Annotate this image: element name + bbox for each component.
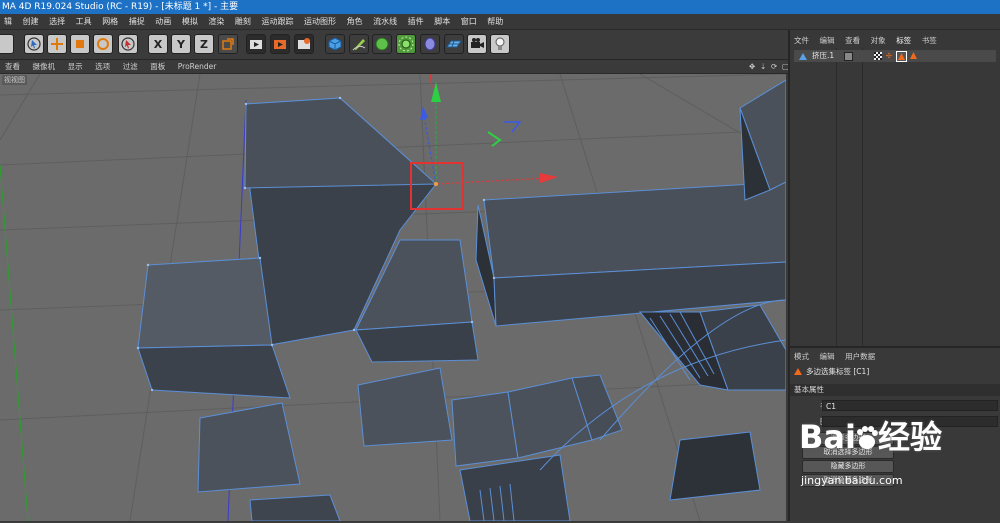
name-field[interactable]: C1 [822,400,998,411]
render-view-icon[interactable] [246,34,266,54]
attr-tab-mode[interactable]: 模式 [790,350,813,364]
menu-script[interactable]: 脚本 [430,14,454,30]
menu-plugins[interactable]: 插件 [404,14,428,30]
polygon-selection-tag-icon [794,368,802,375]
viewport-label: 视视图 [2,75,27,85]
column-divider [862,48,863,348]
world-coord-icon[interactable] [218,34,238,54]
menu-help[interactable]: 帮助 [483,14,507,30]
checker-tag-icon[interactable] [874,52,882,60]
column-divider [836,48,837,348]
om-tab-objects[interactable]: 对象 [867,34,890,48]
selection-highlight-box [410,162,464,210]
render-picture-icon[interactable] [270,34,290,54]
pen-icon[interactable] [349,34,369,54]
menu-character[interactable]: 角色 [343,14,367,30]
menu-motion-tracking[interactable]: 运动跟踪 [257,14,297,30]
rotate-icon[interactable] [93,34,113,54]
main-toolbar: X Y Z [0,30,788,60]
om-tab-file[interactable]: 文件 [790,34,813,48]
menu-window[interactable]: 窗口 [457,14,481,30]
selected-polygon-tag-icon[interactable] [896,51,907,62]
menu-pipeline[interactable]: 流水线 [369,14,401,30]
window-title: MA 4D R19.024 Studio (RC - R19) - [未标题 1… [0,0,1000,14]
x-axis-icon[interactable]: X [148,34,168,54]
light-icon[interactable] [490,34,510,54]
menu-mograph[interactable]: 运动图形 [300,14,340,30]
om-tab-view[interactable]: 查看 [841,34,864,48]
y-axis-icon[interactable]: Y [171,34,191,54]
z-axis-icon[interactable]: Z [194,34,214,54]
watermark-url: jingyan.baidu.com [801,474,903,487]
subdivision-icon[interactable] [372,34,392,54]
render-settings-icon[interactable] [294,34,314,54]
menu-mesh[interactable]: 网格 [98,14,122,30]
scale-icon[interactable] [70,34,90,54]
object-manager-tabs: 文件 编辑 查看 对象 标签 书签 [790,34,1000,48]
basic-properties-tab[interactable]: 基本属性 [790,384,1000,396]
menu-snap[interactable]: 捕捉 [125,14,149,30]
menu-select[interactable]: 选择 [45,14,69,30]
object-row-extrude[interactable]: 挤压.1 ✣ [794,50,996,62]
cube-icon[interactable] [325,34,345,54]
pointer-icon[interactable] [24,34,44,54]
viewport-menu-panel[interactable]: 面板 [145,60,170,74]
viewport-menu-prorender[interactable]: ProRender [173,60,222,74]
menu-create[interactable]: 创建 [19,14,43,30]
watermark-logo: Bai 经验 [799,418,942,456]
viewport-menu-display[interactable]: 显示 [63,60,88,74]
viewport-menu-bar: 查看 摄像机 显示 选项 过滤 面板 ProRender ✥ ⇣ ⟳ ▢ [0,60,789,74]
vertex-tag-icon[interactable]: ✣ [886,52,892,60]
attribute-tabs: 模式 编辑 用户数据 [790,350,879,364]
object-name: 挤压.1 [812,51,835,60]
recent-tool-icon[interactable] [118,34,138,54]
om-tab-bookmarks[interactable]: 书签 [918,34,941,48]
camera-icon[interactable] [467,34,487,54]
menu-simulate[interactable]: 模拟 [178,14,202,30]
undo-icon[interactable] [0,34,14,54]
menu-edit[interactable]: 辑 [0,14,16,30]
move-icon[interactable] [47,34,67,54]
array-icon[interactable] [396,34,416,54]
attr-tab-user-data[interactable]: 用户数据 [841,350,879,364]
menu-animate[interactable]: 动画 [151,14,175,30]
deformer-icon[interactable] [420,34,440,54]
menu-sculpt[interactable]: 雕刻 [231,14,255,30]
viewport-menu-view[interactable]: 查看 [0,60,25,74]
layer-icon[interactable] [844,52,853,61]
extrude-icon [798,51,808,63]
viewport-menu-filter[interactable]: 过滤 [118,60,143,74]
om-tab-tags[interactable]: 标签 [892,34,915,48]
3d-viewport[interactable]: 视视图 [0,74,786,521]
hide-polygons-button[interactable]: 隐藏多边形 [802,460,894,473]
main-menu-bar: 辑 创建 选择 工具 网格 捕捉 动画 模拟 渲染 雕刻 运动跟踪 运动图形 角… [0,14,1000,30]
viewport-menu-options[interactable]: 选项 [90,60,115,74]
menu-tools[interactable]: 工具 [72,14,96,30]
polygon-tag-icon[interactable] [909,51,918,62]
viewport-menu-cameras[interactable]: 摄像机 [28,60,61,74]
attr-tab-edit[interactable]: 编辑 [816,350,839,364]
attribute-title: 多边选集标签 [C1] [794,366,869,378]
menu-render[interactable]: 渲染 [204,14,228,30]
om-tab-edit[interactable]: 编辑 [816,34,839,48]
baidu-watermark: Bai 经验 jingyan.baidu.com [799,412,942,487]
floor-icon[interactable] [444,34,464,54]
attribute-title-text: 多边选集标签 [C1] [806,367,870,376]
